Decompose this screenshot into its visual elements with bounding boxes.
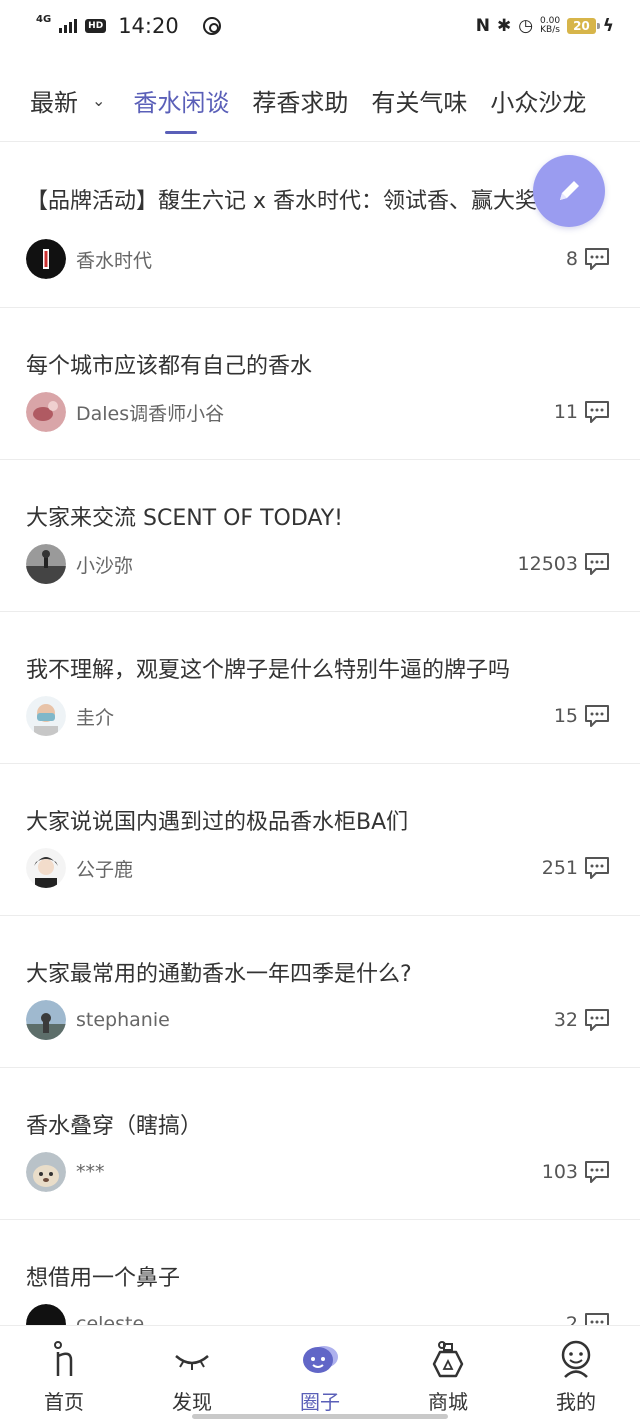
comment-icon [585,1161,609,1183]
comment-count-value: 103 [541,1161,578,1183]
comment-count[interactable]: 32 [554,1008,610,1032]
author-name[interactable]: 香水时代 [76,246,152,273]
tab-about-scent[interactable]: 有关气味 [371,83,467,118]
comment-count[interactable]: 11 [554,400,610,424]
home-indicator[interactable] [192,1414,448,1419]
profile-face-icon [561,1340,591,1378]
avatar[interactable] [26,544,66,584]
signal-icon [59,19,78,33]
app-notification-icon [202,17,221,35]
charging-icon: ϟ [602,16,614,36]
post-title[interactable]: 大家说说国内遇到过的极品香水柜BA们 [26,804,610,836]
new-post-button[interactable] [533,155,605,227]
comment-count-value: 251 [541,857,578,879]
comment-count[interactable]: 15 [554,704,610,728]
avatar[interactable] [26,1000,66,1040]
home-icon [54,1341,73,1376]
post-item[interactable]: 大家最常用的通勤香水一年四季是什么? stephanie 32 [0,916,640,1068]
author-name[interactable]: 小沙弥 [76,551,133,578]
post-title[interactable]: 大家来交流 SCENT OF TODAY! [26,500,610,532]
comment-count[interactable]: 103 [542,1160,610,1184]
comment-count[interactable]: 251 [542,856,610,880]
avatar[interactable] [26,1152,66,1192]
tab-niche-salon[interactable]: 小众沙龙 [490,83,586,118]
status-bar: 4G HD 14:20 N ✱ ◷ 0.00 KB/s 20 ϟ [0,0,640,52]
post-title[interactable]: 我不理解，观夏这个牌子是什么特别牛逼的牌子吗 [26,652,610,684]
network-speed: 0.00 KB/s [540,16,561,35]
comment-icon [585,1009,609,1031]
tab-perfume-chat[interactable]: 香水闲谈 [133,83,229,118]
comment-count-value: 32 [553,1009,578,1031]
post-title[interactable]: 【品牌活动】馥生六记 x 香水时代：领试香、赢大奖 [26,183,544,215]
nav-shop-label: 商城 [428,1390,468,1414]
avatar[interactable] [26,848,66,888]
battery-level: 20 [567,18,600,34]
perfume-bottle-icon [432,1341,464,1378]
author-name[interactable]: stephanie [76,1009,170,1031]
status-time: 14:20 [118,14,179,38]
avatar[interactable] [26,239,66,279]
author-name[interactable]: 圭介 [76,703,114,730]
bluetooth-icon: ✱ [496,16,512,36]
post-list: 【品牌活动】馥生六记 x 香水时代：领试香、赢大奖 香水时代 8 每个城市应该都… [0,143,640,1372]
comment-count-value: 12503 [517,553,578,575]
author-name[interactable]: 公子鹿 [76,855,133,882]
comment-count[interactable]: 8 [566,247,610,271]
alarm-icon: ◷ [518,16,534,36]
comment-icon [585,705,609,727]
comment-icon [585,857,609,879]
nav-discover-label: 发现 [172,1390,212,1414]
nav-me-label: 我的 [556,1390,596,1414]
eye-closed-icon [175,1355,209,1370]
nav-circle-label: 圈子 [300,1390,340,1414]
comment-count-value: 11 [553,401,578,423]
sort-dropdown[interactable]: 最新 ⌄ [30,83,105,118]
sort-label: 最新 [30,89,78,117]
network-type: 4G [36,14,52,25]
pencil-icon [560,181,579,200]
comment-icon [585,553,609,575]
category-tab-bar: 最新 ⌄ 香水闲谈 荐香求助 有关气味 小众沙龙 [0,60,640,142]
post-title[interactable]: 大家最常用的通勤香水一年四季是什么? [26,956,610,988]
hd-badge: HD [85,19,107,33]
avatar[interactable] [26,696,66,736]
nfc-icon: N [475,16,490,36]
comment-count-value: 15 [553,705,578,727]
post-title[interactable]: 每个城市应该都有自己的香水 [26,348,610,380]
post-item[interactable]: 我不理解，观夏这个牌子是什么特别牛逼的牌子吗 圭介 15 [0,612,640,764]
nav-home-label: 首页 [44,1390,84,1414]
avatar[interactable] [26,392,66,432]
post-title[interactable]: 香水叠穿（瞎搞） [26,1108,610,1140]
chat-bubble-icon [303,1346,338,1373]
nav-home[interactable]: 首页 [0,1326,128,1422]
tab-recommendation-help[interactable]: 荐香求助 [252,83,348,118]
comment-count-value: 8 [565,248,578,270]
comment-icon [585,248,609,270]
comment-count[interactable]: 12503 [518,552,610,576]
post-item[interactable]: 大家说说国内遇到过的极品香水柜BA们 公子鹿 251 [0,764,640,916]
bottom-navigation: 首页 发现 圈子 商城 我的 [0,1325,640,1422]
author-name[interactable]: Dales调香师小谷 [76,399,224,426]
nav-circle[interactable]: 圈子 [256,1326,384,1422]
post-item[interactable]: 大家来交流 SCENT OF TODAY! 小沙弥 12503 [0,460,640,612]
post-title[interactable]: 想借用一个鼻子 [26,1260,610,1292]
nav-shop[interactable]: 商城 [384,1326,512,1422]
author-name[interactable]: *** [76,1161,105,1183]
post-item[interactable]: 香水叠穿（瞎搞） *** 103 [0,1068,640,1220]
nav-me[interactable]: 我的 [512,1326,640,1422]
nav-discover[interactable]: 发现 [128,1326,256,1422]
post-item[interactable]: 每个城市应该都有自己的香水 Dales调香师小谷 11 [0,308,640,460]
comment-icon [585,401,609,423]
chevron-down-icon: ⌄ [92,91,106,110]
